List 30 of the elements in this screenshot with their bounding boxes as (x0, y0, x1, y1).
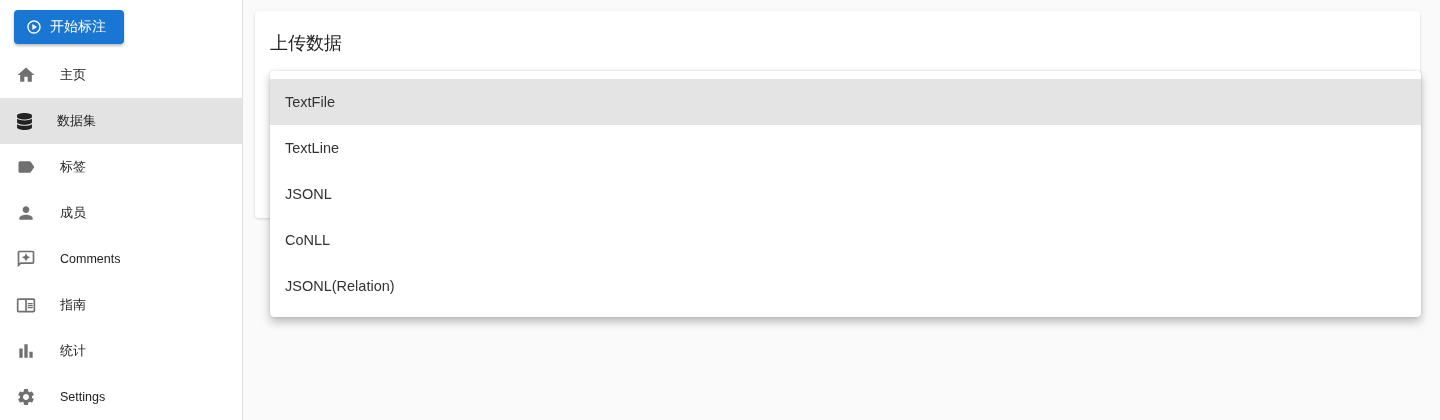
nav-label: Settings (60, 390, 106, 404)
nav-label: 标签 (60, 158, 86, 176)
book-icon (16, 295, 36, 315)
nav-label: 成员 (60, 204, 86, 222)
database-icon (16, 112, 33, 130)
play-icon (26, 19, 42, 35)
nav-item[interactable]: 成员 (0, 190, 242, 236)
menu-option[interactable]: CoNLL (270, 217, 1421, 263)
nav-label: 数据集 (57, 112, 96, 130)
nav-item[interactable]: 统计 (0, 328, 242, 374)
nav-item[interactable]: 主页 (0, 52, 242, 98)
menu-option[interactable]: JSONL (270, 171, 1421, 217)
nav-item[interactable]: Settings (0, 374, 242, 420)
nav-label: Comments (60, 252, 121, 266)
menu-option[interactable]: TextLine (270, 125, 1421, 171)
home-icon (16, 65, 36, 85)
start-annotation-button[interactable]: 开始标注 (14, 10, 124, 44)
bar-chart-icon (16, 341, 36, 361)
nav-item[interactable]: Comments (0, 236, 242, 282)
nav-label: 指南 (60, 296, 86, 314)
comment-icon (16, 249, 36, 269)
nav-label: 主页 (60, 66, 86, 84)
nav-item[interactable]: 标签 (0, 144, 242, 190)
menu-option[interactable]: JSONL(Relation) (270, 263, 1421, 309)
card-title: 上传数据 (270, 32, 343, 55)
nav-label: 统计 (60, 342, 86, 360)
menu-option[interactable]: TextFile (270, 79, 1421, 125)
nav-item[interactable]: 数据集 (0, 98, 242, 144)
nav-item[interactable]: 指南 (0, 282, 242, 328)
settings-icon (16, 387, 36, 407)
